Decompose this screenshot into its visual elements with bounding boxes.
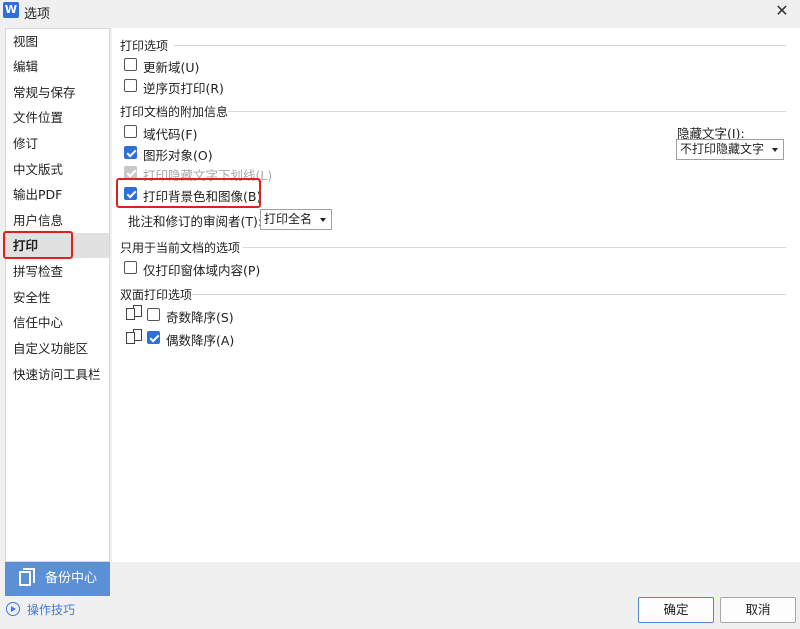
checkbox-box[interactable] [124, 125, 137, 138]
title-bar: W 选项 ✕ [0, 0, 800, 22]
checkbox-label: 图形对象(O) [143, 148, 213, 163]
checkbox-box[interactable] [124, 146, 137, 159]
print-settings-panel: 打印选项 更新域(U) 逆序页打印(R) 打印文档的附加信息 域代码(F) 图形… [112, 28, 800, 562]
sidebar-item-security[interactable]: 安全性 [6, 285, 109, 310]
cancel-button[interactable]: 取消 [720, 597, 796, 623]
checkbox-label: 打印隐藏文字下划线(L) [143, 168, 273, 183]
sidebar-item-file-locations[interactable]: 文件位置 [6, 105, 109, 130]
checkbox-label: 域代码(F) [143, 127, 198, 142]
tips-label: 操作技巧 [27, 603, 76, 617]
checkbox-label: 仅打印窗体域内容(P) [143, 263, 261, 278]
chevron-down-icon [320, 218, 326, 222]
backup-center-button[interactable]: 备份中心 [5, 562, 110, 596]
checkbox-box[interactable] [124, 187, 137, 200]
play-circle-icon [6, 602, 20, 616]
section-divider [243, 247, 786, 248]
backup-center-label: 备份中心 [45, 571, 98, 586]
sidebar-item-user-info[interactable]: 用户信息 [6, 208, 109, 233]
section-divider [192, 294, 786, 295]
section-title-duplex: 双面打印选项 [120, 288, 193, 302]
checkbox-box[interactable] [124, 261, 137, 274]
sidebar-item-general-save[interactable]: 常规与保存 [6, 80, 109, 105]
sidebar-item-customize-ribbon[interactable]: 自定义功能区 [6, 336, 109, 361]
checkbox-label: 奇数降序(S) [166, 310, 234, 325]
checkbox-box[interactable] [147, 308, 160, 321]
window-title: 选项 [24, 7, 51, 22]
checkbox-label: 偶数降序(A) [166, 333, 235, 348]
checkbox-label: 更新域(U) [143, 60, 200, 75]
reviewer-label: 批注和修订的审阅者(T): [128, 214, 263, 229]
section-title-print-options: 打印选项 [120, 39, 169, 53]
chevron-down-icon [772, 148, 778, 152]
duplex-even-icon [124, 329, 144, 345]
sidebar-item-print[interactable]: 打印 [6, 233, 109, 258]
checkbox-label: 打印背景色和图像(B) [143, 189, 262, 204]
sidebar-item-trust-center[interactable]: 信任中心 [6, 310, 109, 335]
sidebar: 视图 编辑 常规与保存 文件位置 修订 中文版式 输出PDF 用户信息 打印 拼… [5, 28, 110, 562]
section-title-current-doc: 只用于当前文档的选项 [120, 241, 241, 255]
section-divider [174, 45, 786, 46]
hidden-text-select-value: 不打印隐藏文字 [680, 142, 765, 156]
duplex-odd-icon [124, 305, 144, 321]
checkbox-box [124, 166, 137, 179]
checkbox-box[interactable] [124, 79, 137, 92]
sidebar-item-chinese-layout[interactable]: 中文版式 [6, 157, 109, 182]
checkbox-box[interactable] [124, 58, 137, 71]
hidden-text-select[interactable]: 不打印隐藏文字 [676, 139, 784, 160]
section-divider [228, 111, 786, 112]
reviewer-select[interactable]: 打印全名 [260, 209, 332, 230]
section-title-attached-info: 打印文档的附加信息 [120, 105, 229, 119]
close-button[interactable]: ✕ [772, 1, 792, 21]
sidebar-item-revision[interactable]: 修订 [6, 131, 109, 156]
backup-icon [19, 568, 35, 586]
sidebar-item-edit[interactable]: 编辑 [6, 54, 109, 79]
sidebar-item-quick-access[interactable]: 快速访问工具栏 [6, 362, 109, 387]
sidebar-item-output-pdf[interactable]: 输出PDF [6, 182, 109, 207]
ok-button[interactable]: 确定 [638, 597, 714, 623]
sidebar-item-spelling[interactable]: 拼写检查 [6, 259, 109, 284]
checkbox-label: 逆序页打印(R) [143, 81, 224, 96]
sidebar-item-view[interactable]: 视图 [6, 29, 109, 54]
wps-writer-icon: W [3, 2, 19, 18]
reviewer-select-value: 打印全名 [264, 212, 313, 226]
checkbox-box[interactable] [147, 331, 160, 344]
